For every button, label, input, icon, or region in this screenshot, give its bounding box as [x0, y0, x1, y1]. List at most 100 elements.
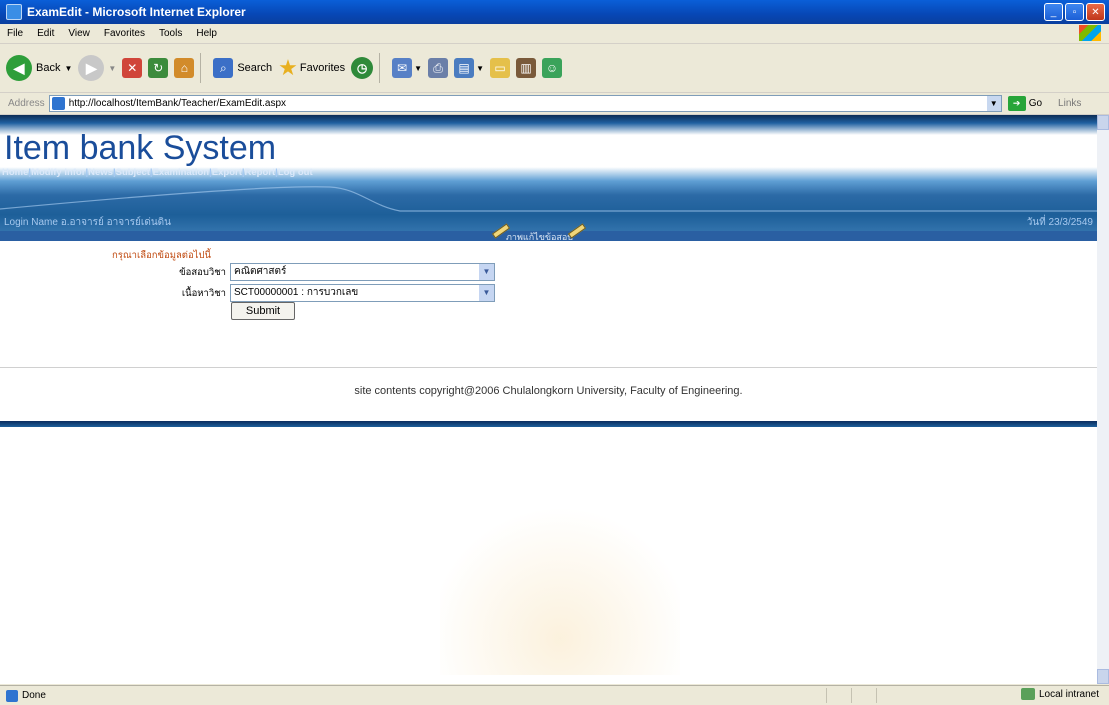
address-label: Address [8, 98, 45, 109]
pencil-icon [567, 223, 587, 239]
stop-button[interactable]: ✕ [122, 58, 143, 78]
chevron-down-icon[interactable]: ▼ [986, 96, 1001, 111]
subject-label: ข้อสอบวิชา [179, 266, 226, 278]
menu-favorites[interactable]: Favorites [104, 28, 145, 39]
header-swoosh [0, 186, 1097, 212]
status-bar: Done Local intranet [0, 685, 1109, 705]
minimize-button[interactable]: _ [1044, 3, 1063, 21]
back-arrow-icon: ◀ [6, 55, 32, 81]
close-button[interactable]: ✕ [1086, 3, 1105, 21]
page-icon [51, 97, 65, 110]
edit-button[interactable]: ▤ ▼ [454, 58, 484, 78]
scroll-up-button[interactable] [1097, 115, 1109, 130]
content-select[interactable]: SCT00000001 : การบวกเลข ▼ [230, 284, 495, 302]
favorites-button[interactable]: ★ Favorites [278, 55, 345, 81]
window-controls: _ ▫ ✕ [1044, 3, 1105, 21]
windows-logo-icon [1079, 25, 1101, 41]
login-name: Login Name อ.อาจารย์ อาจารย์เด่นดิน [4, 217, 171, 228]
search-icon: ⌕ [213, 58, 234, 78]
site-title: Item bank System [4, 129, 277, 167]
content-value: SCT00000001 : การบวกเลข [234, 287, 359, 298]
chevron-down-icon: ▼ [108, 63, 117, 73]
forward-arrow-icon: ▶ [78, 55, 105, 81]
vertical-scrollbar[interactable] [1097, 115, 1109, 684]
current-date: วันที่ 23/3/2549 [1026, 217, 1093, 228]
edit-page-icon: ▤ [454, 58, 475, 78]
chevron-down-icon: ▼ [64, 63, 73, 73]
subject-select[interactable]: คณิตศาสตร์ ▼ [230, 263, 495, 281]
window-title: ExamEdit - Microsoft Internet Explorer [27, 5, 246, 19]
status-cell [875, 688, 877, 703]
content-row: เนื้อหาวิชา SCT00000001 : การบวกเลข ▼ [156, 284, 495, 302]
go-label: Go [1028, 98, 1043, 109]
maximize-button[interactable]: ▫ [1065, 3, 1084, 21]
status-cell [850, 688, 852, 703]
books-icon: ▥ [516, 58, 536, 78]
back-button[interactable]: ◀ Back ▼ [6, 55, 72, 81]
links-button[interactable]: Links [1058, 98, 1081, 109]
copyright-text: site contents copyright@2006 Chulalongko… [354, 385, 743, 397]
go-button[interactable]: ➔ Go [1007, 96, 1043, 111]
menu-view[interactable]: View [68, 28, 90, 39]
forward-button[interactable]: ▶ ▼ [78, 55, 116, 81]
chevron-down-icon[interactable]: ▼ [479, 285, 494, 301]
address-input[interactable]: http://localhost/ItemBank/Teacher/ExamEd… [48, 95, 1002, 112]
print-icon: ⎙ [428, 58, 449, 78]
history-icon: ◷ [351, 57, 374, 79]
title-bar: ExamEdit - Microsoft Internet Explorer _… [0, 0, 1109, 24]
refresh-icon: ↻ [148, 58, 169, 78]
form-area: กรุณาเลือกข้อมูลต่อไปนี้ [0, 243, 1097, 367]
content-label: เนื้อหาวิชา [181, 287, 226, 299]
site-header: Item bank System Home|Modify Infor|News|… [0, 115, 1097, 241]
submit-button[interactable]: Submit [231, 302, 295, 320]
mail-icon: ✉ [392, 58, 413, 78]
subject-row: ข้อสอบวิชา คณิตศาสตร์ ▼ [156, 263, 495, 281]
search-button[interactable]: ⌕ Search [213, 58, 272, 78]
home-button[interactable]: ⌂ [174, 58, 195, 78]
address-url: http://localhost/ItemBank/Teacher/ExamEd… [68, 98, 287, 109]
print-button[interactable]: ⎙ [428, 58, 449, 78]
stop-icon: ✕ [122, 58, 143, 78]
home-icon: ⌂ [174, 58, 195, 78]
search-label: Search [237, 62, 273, 74]
watermark-seal [440, 495, 680, 675]
menu-help[interactable]: Help [196, 28, 217, 39]
chevron-down-icon: ▼ [414, 63, 423, 73]
menu-file[interactable]: File [7, 28, 23, 39]
menu-bar: File Edit View Favorites Tools Help [0, 24, 1109, 44]
favorites-label: Favorites [299, 62, 346, 74]
menu-tools[interactable]: Tools [159, 28, 182, 39]
address-bar: Address http://localhost/ItemBank/Teache… [0, 93, 1109, 115]
footer-bar [0, 421, 1097, 427]
research-button[interactable]: ▥ [516, 58, 536, 78]
form-prompt: กรุณาเลือกข้อมูลต่อไปนี้ [112, 250, 211, 261]
edit-bar-label: ภาพแก้ไขข้อสอบ [506, 232, 574, 241]
folder-icon: ▭ [490, 58, 510, 78]
ie-icon [6, 4, 22, 20]
status-text: Done [22, 690, 46, 701]
page-done-icon [6, 689, 18, 702]
refresh-button[interactable]: ↻ [148, 58, 169, 78]
page-content: Item bank System Home|Modify Infor|News|… [0, 115, 1097, 684]
toolbar-separator [379, 53, 381, 83]
subject-value: คณิตศาสตร์ [234, 266, 287, 277]
menu-edit[interactable]: Edit [37, 28, 54, 39]
edit-bar: ภาพแก้ไขข้อสอบ [0, 223, 1097, 241]
star-icon: ★ [278, 55, 298, 80]
toolbar: ◀ Back ▼ ▶ ▼ ✕ ↻ ⌂ ⌕ Search ★ Favorites … [0, 44, 1109, 93]
mail-button[interactable]: ✉ ▼ [392, 58, 422, 78]
toolbar-separator [200, 53, 202, 83]
security-zone: Local intranet [1020, 688, 1099, 700]
status-cell [825, 688, 827, 703]
chevron-down-icon[interactable]: ▼ [479, 264, 494, 280]
scroll-down-button[interactable] [1097, 669, 1109, 684]
messenger-icon: ☺ [542, 58, 562, 78]
intranet-icon [1020, 688, 1035, 700]
zone-label: Local intranet [1038, 688, 1099, 700]
go-arrow-icon: ➔ [1007, 96, 1026, 111]
back-label: Back [36, 62, 61, 74]
messenger-button[interactable]: ☺ [542, 58, 562, 78]
history-button[interactable]: ◷ [351, 57, 374, 79]
folder-button[interactable]: ▭ [490, 58, 510, 78]
divider [0, 367, 1097, 368]
